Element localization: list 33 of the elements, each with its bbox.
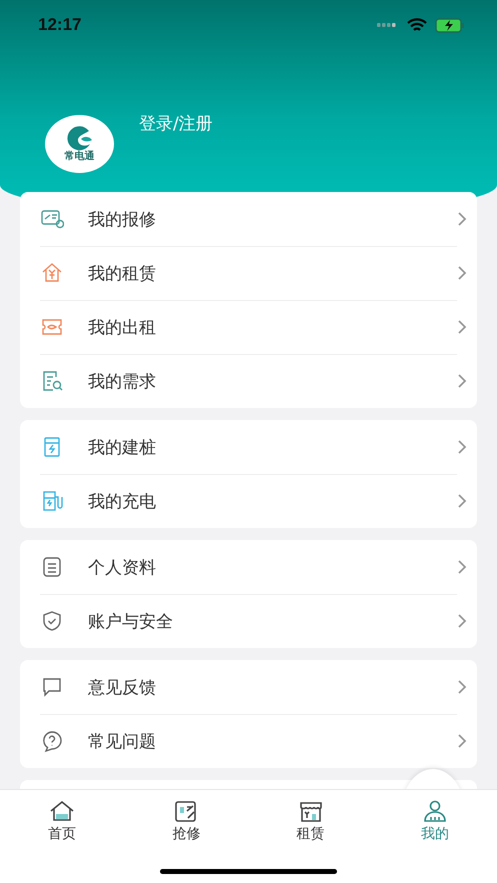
chevron-icon <box>457 559 467 575</box>
tab-item[interactable]: 首页 <box>0 790 124 843</box>
chevron-icon <box>457 319 467 335</box>
tab-item[interactable]: 抢修 <box>124 790 248 843</box>
faq-icon <box>40 729 64 753</box>
menu-item[interactable]: 我的出租 <box>20 300 477 354</box>
mine-icon <box>422 799 448 823</box>
status-time: 12:17 <box>38 15 82 35</box>
menu-item[interactable]: 我的充电 <box>20 474 477 528</box>
chevron-icon <box>457 265 467 281</box>
menu-item[interactable]: 我的建桩 <box>20 420 477 474</box>
rent-icon <box>298 799 324 823</box>
chevron-icon <box>457 439 467 455</box>
chevron-icon <box>457 613 467 629</box>
menu-item[interactable]: 常见问题 <box>20 714 477 768</box>
tab-item[interactable]: 租赁 <box>248 790 373 843</box>
wifi-icon <box>407 18 427 32</box>
menu-item[interactable]: 我的报修 <box>20 192 477 246</box>
chevron-icon <box>457 493 467 509</box>
chevron-icon <box>457 211 467 227</box>
menu-item[interactable]: 账户与安全 <box>20 594 477 648</box>
chevron-icon <box>457 373 467 389</box>
logo-text: 常电通 <box>64 152 94 162</box>
battery-icon <box>435 18 465 32</box>
chevron-icon <box>457 679 467 695</box>
menu-item[interactable]: 我的需求 <box>20 354 477 408</box>
wave-logo-icon <box>64 126 94 152</box>
menu-item[interactable]: 个人资料 <box>20 540 477 594</box>
chevron-icon <box>457 733 467 749</box>
home-icon <box>49 799 76 823</box>
tab-item[interactable]: 我的 <box>372 790 497 843</box>
menu-item[interactable]: 意见反馈 <box>20 660 477 714</box>
menu-item[interactable]: 我的租赁 <box>20 246 477 300</box>
